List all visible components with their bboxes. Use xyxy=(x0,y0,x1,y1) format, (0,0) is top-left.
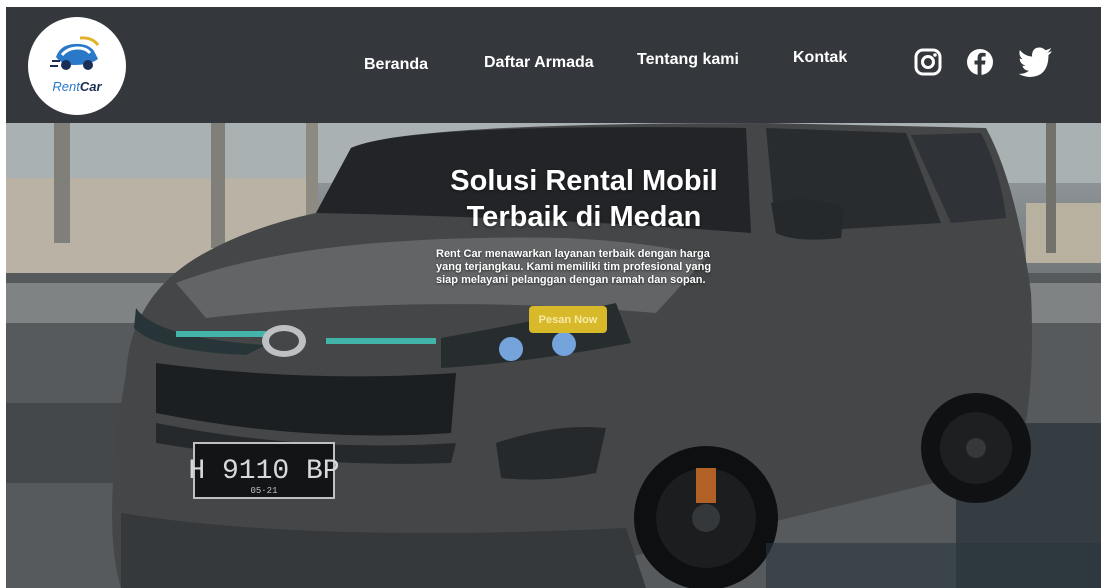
rentcar-logo[interactable]: RentCar xyxy=(28,17,126,115)
car-logo-icon xyxy=(50,36,100,70)
nav-kontak[interactable]: Kontak xyxy=(793,49,847,67)
nav-daftar-armada[interactable]: Daftar Armada xyxy=(484,54,594,72)
hero-section: H 9110 BP 05·21 Solusi Rental Mobil Terb… xyxy=(6,123,1101,588)
hero-title-line-1: Solusi Rental Mobil xyxy=(450,165,718,197)
facebook-icon[interactable] xyxy=(965,47,995,77)
logo-text: RentCar xyxy=(28,79,126,94)
logo-text-rent: Rent xyxy=(52,79,80,94)
hero-title: Solusi Rental Mobil Terbaik di Medan xyxy=(386,163,782,235)
pesan-now-button[interactable]: Pesan Now xyxy=(529,306,607,333)
navbar: RentCar Beranda Daftar Armada Tentang ka… xyxy=(6,7,1101,123)
logo-text-car: Car xyxy=(79,79,102,94)
instagram-icon[interactable] xyxy=(913,47,943,77)
hero-description: Rent Car menawarkan layanan terbaik deng… xyxy=(436,248,712,286)
hero-title-line-2: Terbaik di Medan xyxy=(466,201,702,233)
twitter-icon[interactable] xyxy=(1018,47,1054,77)
nav-tentang-kami[interactable]: Tentang kami xyxy=(637,51,739,69)
nav-beranda[interactable]: Beranda xyxy=(364,56,428,74)
page-frame: RentCar Beranda Daftar Armada Tentang ka… xyxy=(6,7,1101,588)
